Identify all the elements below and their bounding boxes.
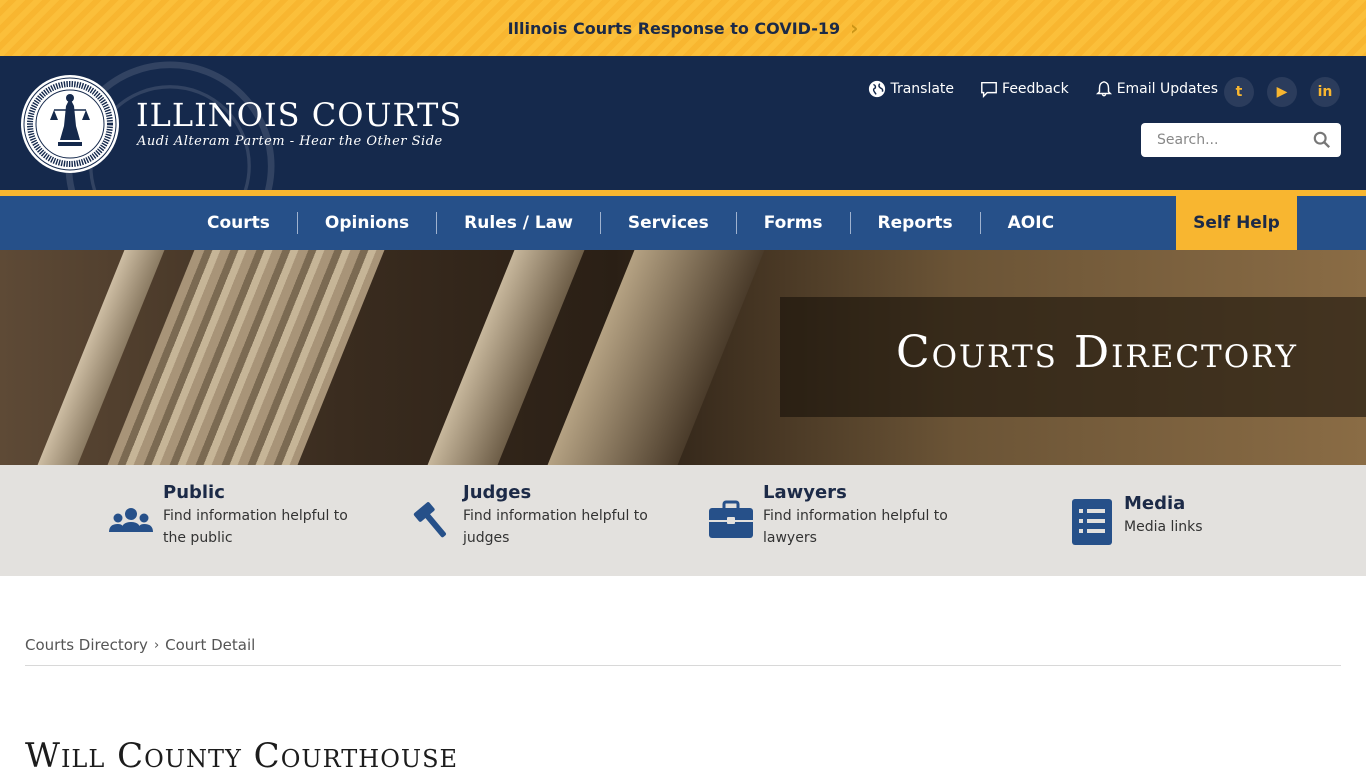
nav-services[interactable]: Services <box>601 212 737 234</box>
site-header: ILLINOIS COURTS Audi Alteram Partem - He… <box>0 56 1366 190</box>
nav-courts[interactable]: Courts <box>180 212 298 234</box>
audience-lawyers[interactable]: Lawyers Find information helpful to lawy… <box>707 482 953 549</box>
youtube-icon[interactable]: ▶ <box>1267 77 1297 107</box>
site-motto: Audi Alteram Partem - Hear the Other Sid… <box>137 134 443 149</box>
search-input[interactable] <box>1155 131 1309 149</box>
audience-public[interactable]: Public Find information helpful to the p… <box>107 482 353 549</box>
nav-aoic[interactable]: AOIC <box>981 212 1081 234</box>
audience-strip: Public Find information helpful to the p… <box>0 465 1366 576</box>
email-updates-label: Email Updates <box>1116 81 1218 97</box>
bell-icon <box>1095 81 1112 97</box>
hero-title-panel: Courts Directory <box>780 297 1366 417</box>
audience-media[interactable]: Media Media links <box>1068 493 1314 545</box>
translate-link[interactable]: Translate <box>868 80 954 98</box>
utility-links: Translate Feedback Email Updates <box>868 80 1218 98</box>
supreme-court-seal-logo[interactable] <box>20 74 120 174</box>
globe-icon <box>869 80 886 98</box>
breadcrumb-courts-directory[interactable]: Courts Directory <box>25 636 148 654</box>
list-icon <box>1072 499 1112 545</box>
audience-title: Media <box>1124 493 1186 514</box>
nav-forms[interactable]: Forms <box>737 212 851 234</box>
email-updates-link[interactable]: Email Updates <box>1095 80 1218 98</box>
audience-title: Lawyers <box>763 482 847 503</box>
twitter-icon[interactable]: t <box>1224 77 1254 107</box>
audience-desc: Find information helpful to judges <box>463 508 648 546</box>
social-links: t ▶ in <box>1224 77 1340 107</box>
audience-title: Judges <box>463 482 532 503</box>
linkedin-icon[interactable]: in <box>1310 77 1340 107</box>
hero-banner: Courts Directory <box>0 250 1366 465</box>
nav-opinions[interactable]: Opinions <box>298 212 438 234</box>
chevron-right-icon: › <box>153 637 160 653</box>
translate-label: Translate <box>890 81 955 97</box>
feedback-label: Feedback <box>1002 81 1069 97</box>
nav-reports[interactable]: Reports <box>851 212 981 234</box>
feedback-link[interactable]: Feedback <box>980 80 1069 98</box>
breadcrumb-court-detail: Court Detail <box>165 636 256 654</box>
hero-title: Courts Directory <box>895 327 1298 378</box>
nav-rules-law[interactable]: Rules / Law <box>437 212 601 234</box>
search-box <box>1141 123 1341 157</box>
search-icon[interactable] <box>1313 131 1331 149</box>
page-title: Will County Courthouse <box>25 736 459 776</box>
speech-bubble-icon <box>981 81 997 98</box>
hero-column <box>537 250 773 465</box>
users-icon <box>109 508 153 532</box>
self-help-button[interactable]: Self Help <box>1176 196 1297 250</box>
briefcase-icon <box>709 500 753 538</box>
covid-alert-link[interactable]: Illinois Courts Response to COVID-19 <box>508 19 841 38</box>
main-nav: Courts Opinions Rules / Law Services For… <box>0 196 1366 250</box>
audience-desc: Media links <box>1124 519 1203 535</box>
chevron-right-icon: › <box>850 16 859 40</box>
audience-desc: Find information helpful to lawyers <box>763 508 948 546</box>
breadcrumb: Courts Directory › Court Detail <box>25 636 255 654</box>
breadcrumb-divider <box>25 665 1341 666</box>
audience-desc: Find information helpful to the public <box>163 508 348 546</box>
covid-alert-banner[interactable]: Illinois Courts Response to COVID-19 › <box>0 0 1366 56</box>
audience-judges[interactable]: Judges Find information helpful to judge… <box>407 482 653 549</box>
audience-title: Public <box>163 482 225 503</box>
site-title[interactable]: ILLINOIS COURTS <box>136 96 462 134</box>
gavel-icon <box>413 502 446 538</box>
